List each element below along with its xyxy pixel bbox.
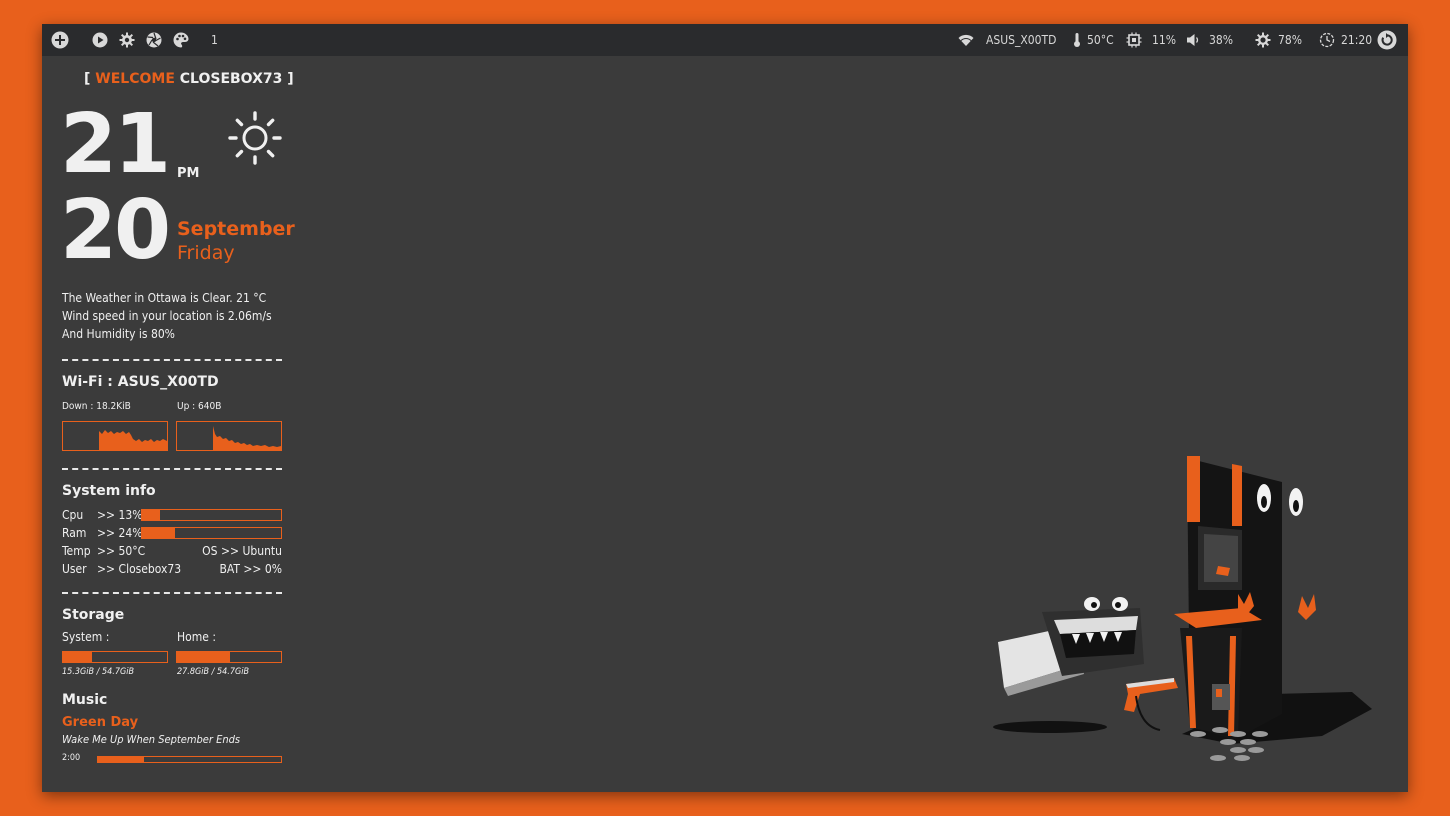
welcome-user: CLOSEBOX73 xyxy=(179,71,283,87)
upload-graph-area xyxy=(213,426,281,450)
play-icon[interactable] xyxy=(92,32,108,48)
user-label: User xyxy=(62,562,87,576)
workspace-number[interactable]: 1 xyxy=(211,32,218,48)
home-storage-usage: 27.8GiB / 54.7GiB xyxy=(177,667,250,677)
desktop: 1 ASUS_X00TD 50°C 11% 38% 78% 21:20 [WE… xyxy=(42,24,1408,792)
weather-wind: Wind speed in your location is 2.06m/s xyxy=(62,309,272,323)
welcome-word: WELCOME xyxy=(95,71,175,87)
plus-icon[interactable] xyxy=(51,31,69,49)
welcome-bracket-open: [ xyxy=(84,71,91,87)
welcome-bracket-close: ] xyxy=(287,71,294,87)
download-graph xyxy=(62,421,168,451)
top-bar: 1 ASUS_X00TD 50°C 11% 38% 78% 21:20 xyxy=(42,24,1408,56)
palette-icon[interactable] xyxy=(173,32,189,48)
brightness-value[interactable]: 78% xyxy=(1278,32,1302,48)
aperture-icon[interactable] xyxy=(146,32,162,48)
cpu-bar xyxy=(141,509,282,521)
battery-info: BAT >> 0% xyxy=(219,562,282,576)
gear-icon[interactable] xyxy=(119,32,135,48)
date-day: 20 xyxy=(60,183,171,278)
wifi-heading: Wi-Fi : ASUS_X00TD xyxy=(62,374,219,390)
brightness-icon[interactable] xyxy=(1255,32,1271,48)
arcade-wallpaper-illustration xyxy=(993,456,1372,761)
weather-block: The Weather in Ottawa is Clear. 21 °C Wi… xyxy=(62,289,272,343)
system-storage-bar xyxy=(62,651,168,663)
music-progress-bar xyxy=(97,756,282,763)
ram-bar-fill xyxy=(142,528,176,538)
music-time: 2:00 xyxy=(62,753,81,763)
music-song-title: Wake Me Up When September Ends xyxy=(62,733,241,746)
upload-graph xyxy=(176,421,282,451)
music-artist: Green Day xyxy=(62,715,139,730)
welcome-line: [ WELCOME CLOSEBOX73 ] xyxy=(84,71,294,87)
temp-label: Temp xyxy=(62,544,91,558)
upload-label: Up : 640B xyxy=(177,401,222,412)
sun-icon xyxy=(227,110,283,166)
wifi-icon xyxy=(958,32,974,48)
separator xyxy=(62,359,282,361)
user-value: >> Closebox73 xyxy=(97,562,182,576)
ram-bar xyxy=(141,527,282,539)
temperature-value: 50°C xyxy=(1087,33,1114,47)
power-icon[interactable] xyxy=(1377,30,1397,50)
download-label: Down : 18.2KiB xyxy=(62,401,131,412)
music-progress-fill xyxy=(98,757,144,762)
cpu-icon xyxy=(1126,32,1142,48)
weather-condition: The Weather in Ottawa is Clear. 21 °C xyxy=(62,291,267,305)
cpu-bar-fill xyxy=(142,510,161,520)
home-storage-fill xyxy=(177,652,231,662)
volume-value[interactable]: 38% xyxy=(1209,32,1233,48)
storage-heading: Storage xyxy=(62,607,125,623)
separator xyxy=(62,592,282,594)
clock-time[interactable]: 21:20 xyxy=(1341,32,1372,48)
date-weekday: Friday xyxy=(177,242,235,264)
system-storage-label: System : xyxy=(62,630,110,644)
clock-icon xyxy=(1319,32,1335,48)
sysinfo-heading: System info xyxy=(62,483,156,499)
os-info: OS >> Ubuntu xyxy=(202,544,282,558)
volume-icon[interactable] xyxy=(1185,32,1201,48)
cpu-label: Cpu xyxy=(62,508,84,522)
cpu-percent: >> 13% xyxy=(97,508,143,522)
home-storage-label: Home : xyxy=(177,630,216,644)
music-heading: Music xyxy=(62,692,108,708)
wifi-name[interactable]: ASUS_X00TD xyxy=(986,32,1056,48)
system-storage-usage: 15.3GiB / 54.7GiB xyxy=(62,667,135,677)
date-month: September xyxy=(177,218,295,240)
temp-value: >> 50°C xyxy=(97,544,146,558)
weather-humidity: And Humidity is 80% xyxy=(62,327,175,341)
home-storage-bar xyxy=(176,651,282,663)
ram-percent: >> 24% xyxy=(97,526,143,540)
clock-hour: 21 xyxy=(60,97,171,192)
separator xyxy=(62,468,282,470)
cpu-value: 11% xyxy=(1152,33,1176,47)
thermometer-icon xyxy=(1069,32,1085,48)
ram-label: Ram xyxy=(62,526,87,540)
download-graph-area xyxy=(99,430,167,450)
system-storage-fill xyxy=(63,652,93,662)
clock-ampm: PM xyxy=(177,166,200,181)
